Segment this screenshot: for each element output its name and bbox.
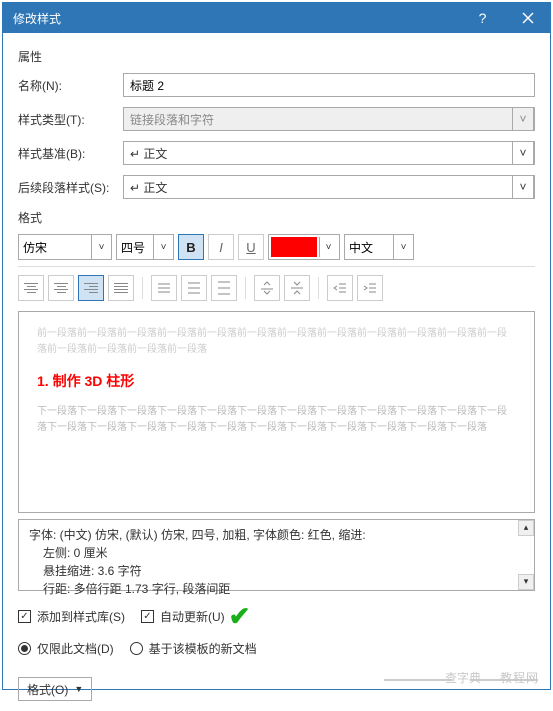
chevron-down-icon[interactable]: ˅: [512, 141, 534, 165]
based-on-label: 样式基准(B):: [18, 145, 123, 162]
line-spacing-icon: [156, 281, 172, 295]
preview-before-text: 前一段落前一段落前一段落前一段落前一段落前一段落前一段落前一段落前一段落前一段落…: [37, 326, 516, 358]
bold-button[interactable]: B: [178, 234, 204, 260]
name-label: 名称(N):: [18, 77, 123, 94]
align-justify-button[interactable]: [108, 275, 134, 301]
chevron-down-icon: ˅: [512, 107, 534, 131]
style-type-label: 样式类型(T):: [18, 111, 123, 128]
name-input[interactable]: [123, 73, 535, 97]
close-icon: [522, 12, 534, 24]
language-input[interactable]: [345, 235, 393, 259]
chevron-down-icon[interactable]: ˅: [512, 175, 534, 199]
italic-button[interactable]: I: [208, 234, 234, 260]
preview-after-text: 下一段落下一段落下一段落下一段落下一段落下一段落下一段落下一段落下一段落下一段落…: [37, 404, 516, 436]
close-button[interactable]: [505, 3, 550, 33]
line-spacing-15-button[interactable]: [181, 275, 207, 301]
watermark-left: 查字典: [445, 669, 481, 686]
para-space-dec-button[interactable]: [284, 275, 310, 301]
indent-decrease-icon: [332, 281, 348, 295]
divider: [245, 277, 246, 299]
triangle-down-icon: ▼: [74, 684, 83, 694]
color-swatch: [271, 237, 317, 257]
titlebar: 修改样式 ?: [3, 3, 550, 33]
desc-line: 左侧: 0 厘米: [29, 544, 524, 562]
scroll-down-button[interactable]: ▾: [518, 574, 534, 590]
add-to-library-label: 添加到样式库(S): [37, 608, 125, 625]
ok-button-placeholder[interactable]: [384, 676, 452, 681]
only-this-doc-label: 仅限此文档(D): [37, 640, 114, 657]
add-to-library-checkbox[interactable]: ✓: [18, 610, 31, 623]
align-right-button[interactable]: [78, 275, 104, 301]
desc-line: 悬挂缩进: 3.6 字符: [29, 562, 524, 580]
spacing-decrease-icon: [289, 281, 305, 295]
chevron-down-icon[interactable]: ˅: [393, 235, 413, 259]
desc-line: 行距: 多倍行距 1.73 字行, 段落间距: [29, 580, 524, 598]
line-spacing-icon: [186, 281, 202, 295]
chevron-down-icon[interactable]: ˅: [91, 235, 111, 259]
watermark-right: 教程网: [500, 669, 539, 686]
font-size-input[interactable]: [117, 235, 153, 259]
preview-pane: 前一段落前一段落前一段落前一段落前一段落前一段落前一段落前一段落前一段落前一段落…: [18, 311, 535, 513]
align-center-button[interactable]: [48, 275, 74, 301]
line-spacing-icon: [216, 281, 232, 295]
properties-section-label: 属性: [18, 48, 535, 65]
next-style-select[interactable]: ↵ 正文 ˅: [123, 175, 535, 199]
auto-update-label: 自动更新(U): [160, 608, 225, 625]
description-box: 字体: (中文) 仿宋, (默认) 仿宋, 四号, 加粗, 字体颜色: 红色, …: [18, 519, 535, 591]
spacing-increase-icon: [259, 281, 275, 295]
green-check-icon: ✔: [229, 601, 251, 632]
line-spacing-2-button[interactable]: [211, 275, 237, 301]
font-size-combo[interactable]: ˅: [116, 234, 174, 260]
font-color-button[interactable]: ˅: [268, 234, 340, 260]
next-style-label: 后续段落样式(S):: [18, 179, 123, 196]
align-left-button[interactable]: [18, 275, 44, 301]
divider: [318, 277, 319, 299]
auto-update-checkbox[interactable]: ✓: [141, 610, 154, 623]
indent-dec-button[interactable]: [327, 275, 353, 301]
indent-inc-button[interactable]: [357, 275, 383, 301]
preview-main-text: 1. 制作 3D 柱形: [37, 370, 516, 392]
para-space-inc-button[interactable]: [254, 275, 280, 301]
based-on-template-radio[interactable]: [130, 642, 143, 655]
style-type-select: 链接段落和字符 ˅: [123, 107, 535, 131]
dialog-title: 修改样式: [13, 10, 61, 27]
desc-line: 字体: (中文) 仿宋, (默认) 仿宋, 四号, 加粗, 字体颜色: 红色, …: [29, 526, 524, 544]
indent-increase-icon: [362, 281, 378, 295]
language-combo[interactable]: ˅: [344, 234, 414, 260]
line-spacing-1-button[interactable]: [151, 275, 177, 301]
format-dropdown-button[interactable]: 格式(O) ▼: [18, 677, 92, 701]
help-button[interactable]: ?: [460, 3, 505, 33]
divider: [142, 277, 143, 299]
underline-button[interactable]: U: [238, 234, 264, 260]
format-section-label: 格式: [18, 209, 535, 226]
font-name-input[interactable]: [19, 235, 91, 259]
font-name-combo[interactable]: ˅: [18, 234, 112, 260]
based-on-template-label: 基于该模板的新文档: [149, 640, 257, 657]
scroll-up-button[interactable]: ▴: [518, 520, 534, 536]
chevron-down-icon[interactable]: ˅: [153, 235, 173, 259]
based-on-select[interactable]: ↵ 正文 ˅: [123, 141, 535, 165]
chevron-down-icon[interactable]: ˅: [319, 237, 337, 257]
only-this-doc-radio[interactable]: [18, 642, 31, 655]
